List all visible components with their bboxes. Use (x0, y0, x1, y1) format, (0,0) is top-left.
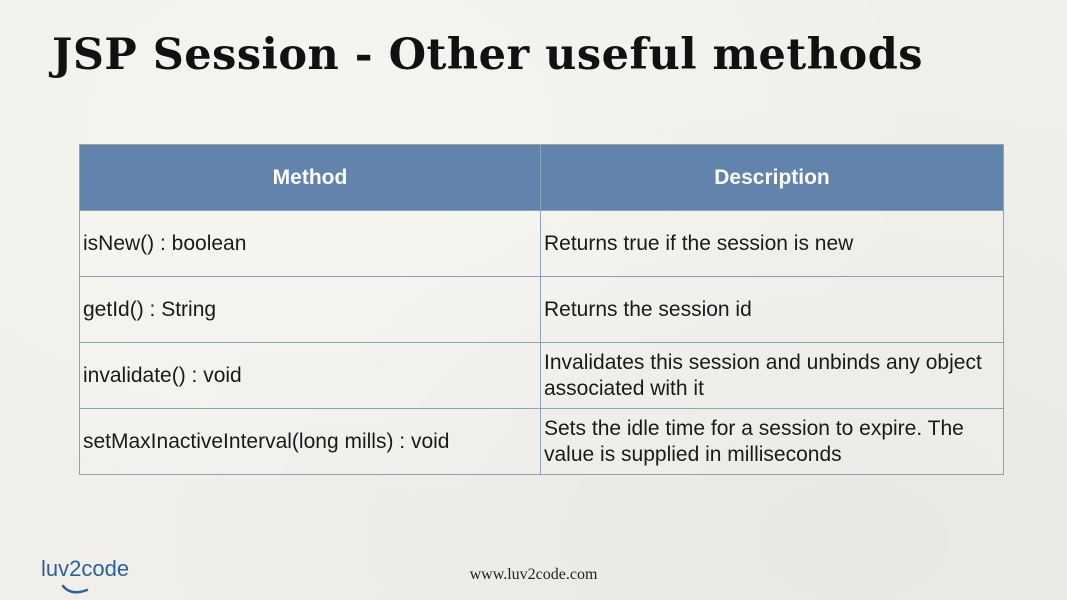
table-row: getId() : String Returns the session id (79, 276, 1004, 343)
column-header-description: Description (540, 144, 1004, 211)
description-cell: Returns the session id (540, 276, 1004, 343)
slide-title: JSP Session - Other useful methods (52, 30, 923, 80)
table-row: isNew() : boolean Returns true if the se… (79, 210, 1004, 277)
table-row: setMaxInactiveInterval(long mills) : voi… (79, 408, 1004, 475)
method-cell: setMaxInactiveInterval(long mills) : voi… (79, 408, 541, 475)
column-header-method: Method (79, 144, 541, 211)
method-cell: invalidate() : void (79, 342, 541, 409)
description-cell: Sets the idle time for a session to expi… (540, 408, 1004, 475)
methods-table: Method Description isNew() : boolean Ret… (79, 144, 1004, 475)
table-header-row: Method Description (79, 144, 1004, 211)
footer-url: www.luv2code.com (469, 566, 598, 583)
method-cell: isNew() : boolean (79, 210, 541, 277)
method-cell: getId() : String (79, 276, 541, 343)
description-cell: Returns true if the session is new (540, 210, 1004, 277)
table-row: invalidate() : void Invalidates this ses… (79, 342, 1004, 409)
description-cell: Invalidates this session and unbinds any… (540, 342, 1004, 409)
